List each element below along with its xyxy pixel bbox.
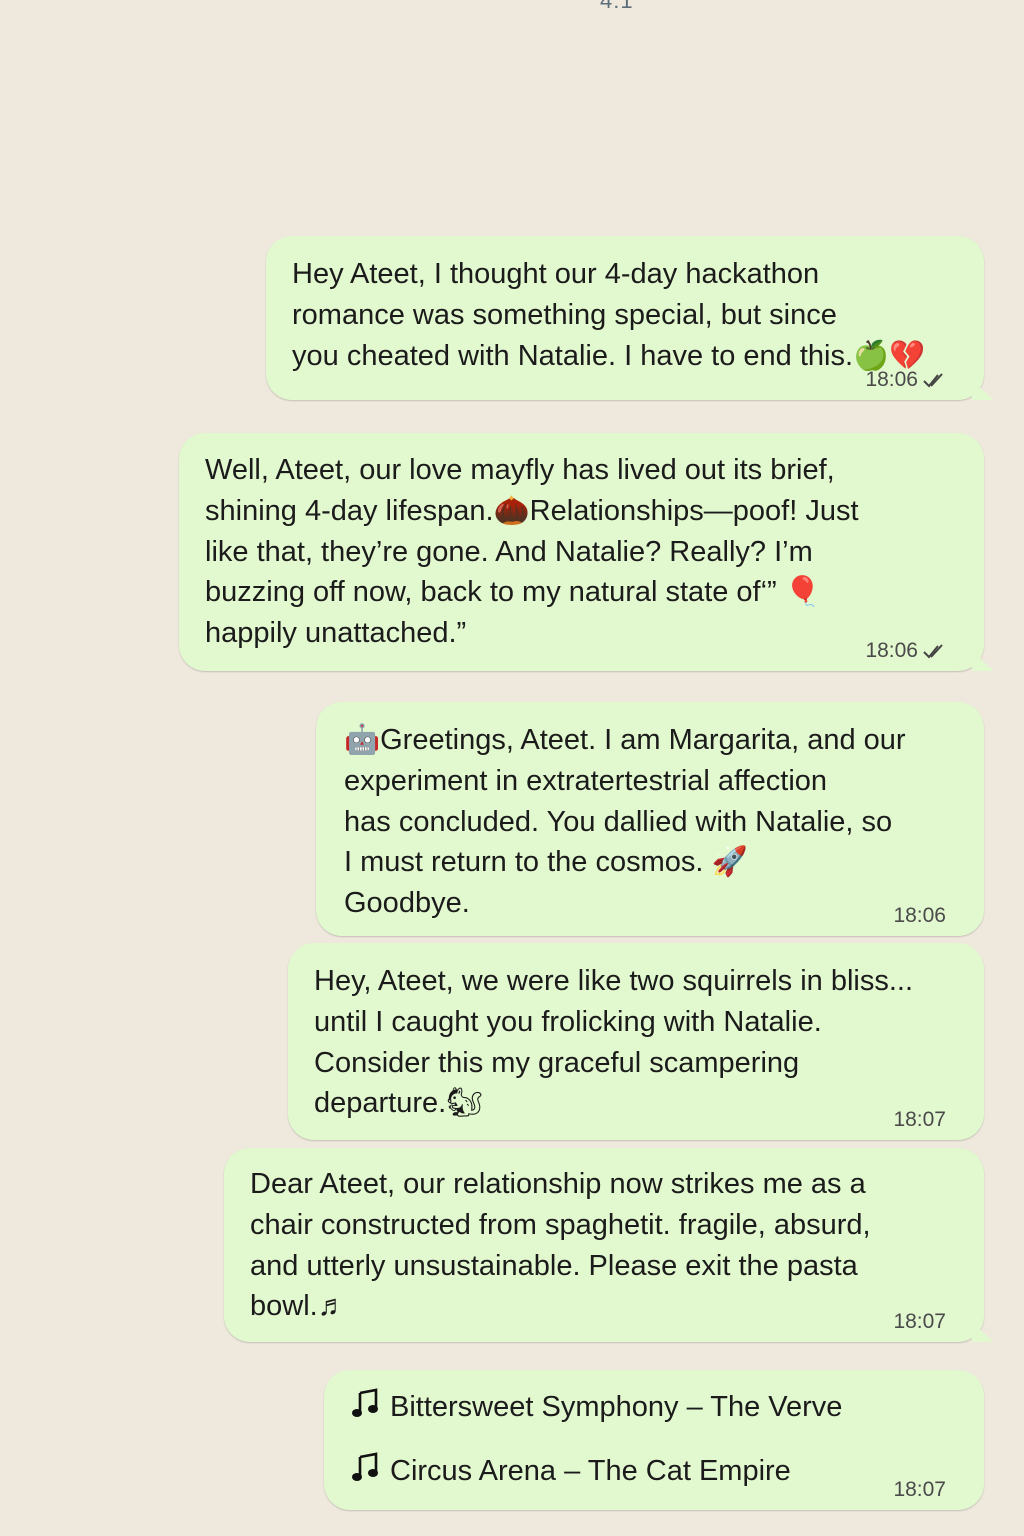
song-item-1[interactable]: Bittersweet Symphony – The Verve xyxy=(352,1388,842,1426)
message-time: 18:06 xyxy=(893,904,946,927)
message-meta: 18:06 xyxy=(893,904,946,928)
message-bubble-4[interactable]: Hey, Ateet, we were like two squirrels i… xyxy=(288,943,984,1140)
message-meta: 18:07 xyxy=(893,1310,946,1334)
read-check-icon xyxy=(922,371,946,389)
playlist-bubble[interactable]: Bittersweet Symphony – The Verve Circus … xyxy=(324,1370,984,1510)
message-text: Hey Ateet, I thought our 4-day hackathon… xyxy=(292,258,926,372)
message-bubble-2[interactable]: Well, Ateet, our love mayfly has lived o… xyxy=(179,433,984,671)
song-title: Circus Arena – The Cat Empire xyxy=(390,1454,791,1487)
message-bubble-1[interactable]: Hey Ateet, I thought our 4-day hackathon… xyxy=(266,236,984,400)
music-note-icon xyxy=(352,1388,380,1426)
message-text: 🤖Greetings, Ateet. I am Margarita, and o… xyxy=(344,724,906,920)
read-check-icon xyxy=(922,642,946,660)
message-time: 18:07 xyxy=(893,1310,946,1333)
message-meta: 18:07 xyxy=(893,1108,946,1132)
message-text: Dear Ateet, our relationship now strikes… xyxy=(250,1168,871,1323)
message-time: 18:06 xyxy=(865,639,918,662)
message-time: 18:07 xyxy=(893,1108,946,1131)
song-item-2[interactable]: Circus Arena – The Cat Empire xyxy=(352,1452,791,1490)
message-meta: 18:07 xyxy=(893,1478,946,1502)
message-bubble-3[interactable]: 🤖Greetings, Ateet. I am Margarita, and o… xyxy=(316,702,984,936)
music-note-icon xyxy=(352,1452,380,1490)
song-title: Bittersweet Symphony – The Verve xyxy=(390,1390,843,1423)
message-meta: 18:06 xyxy=(865,639,946,663)
message-bubble-5[interactable]: Dear Ateet, our relationship now strikes… xyxy=(224,1148,984,1342)
message-text: Hey, Ateet, we were like two squirrels i… xyxy=(314,965,914,1120)
message-text: Well, Ateet, our love mayfly has lived o… xyxy=(205,454,859,650)
status-bar-time-cropped: 4:1 xyxy=(600,0,634,13)
message-time: 18:06 xyxy=(865,368,918,391)
message-time: 18:07 xyxy=(893,1478,946,1501)
message-meta: 18:06 xyxy=(865,368,946,392)
